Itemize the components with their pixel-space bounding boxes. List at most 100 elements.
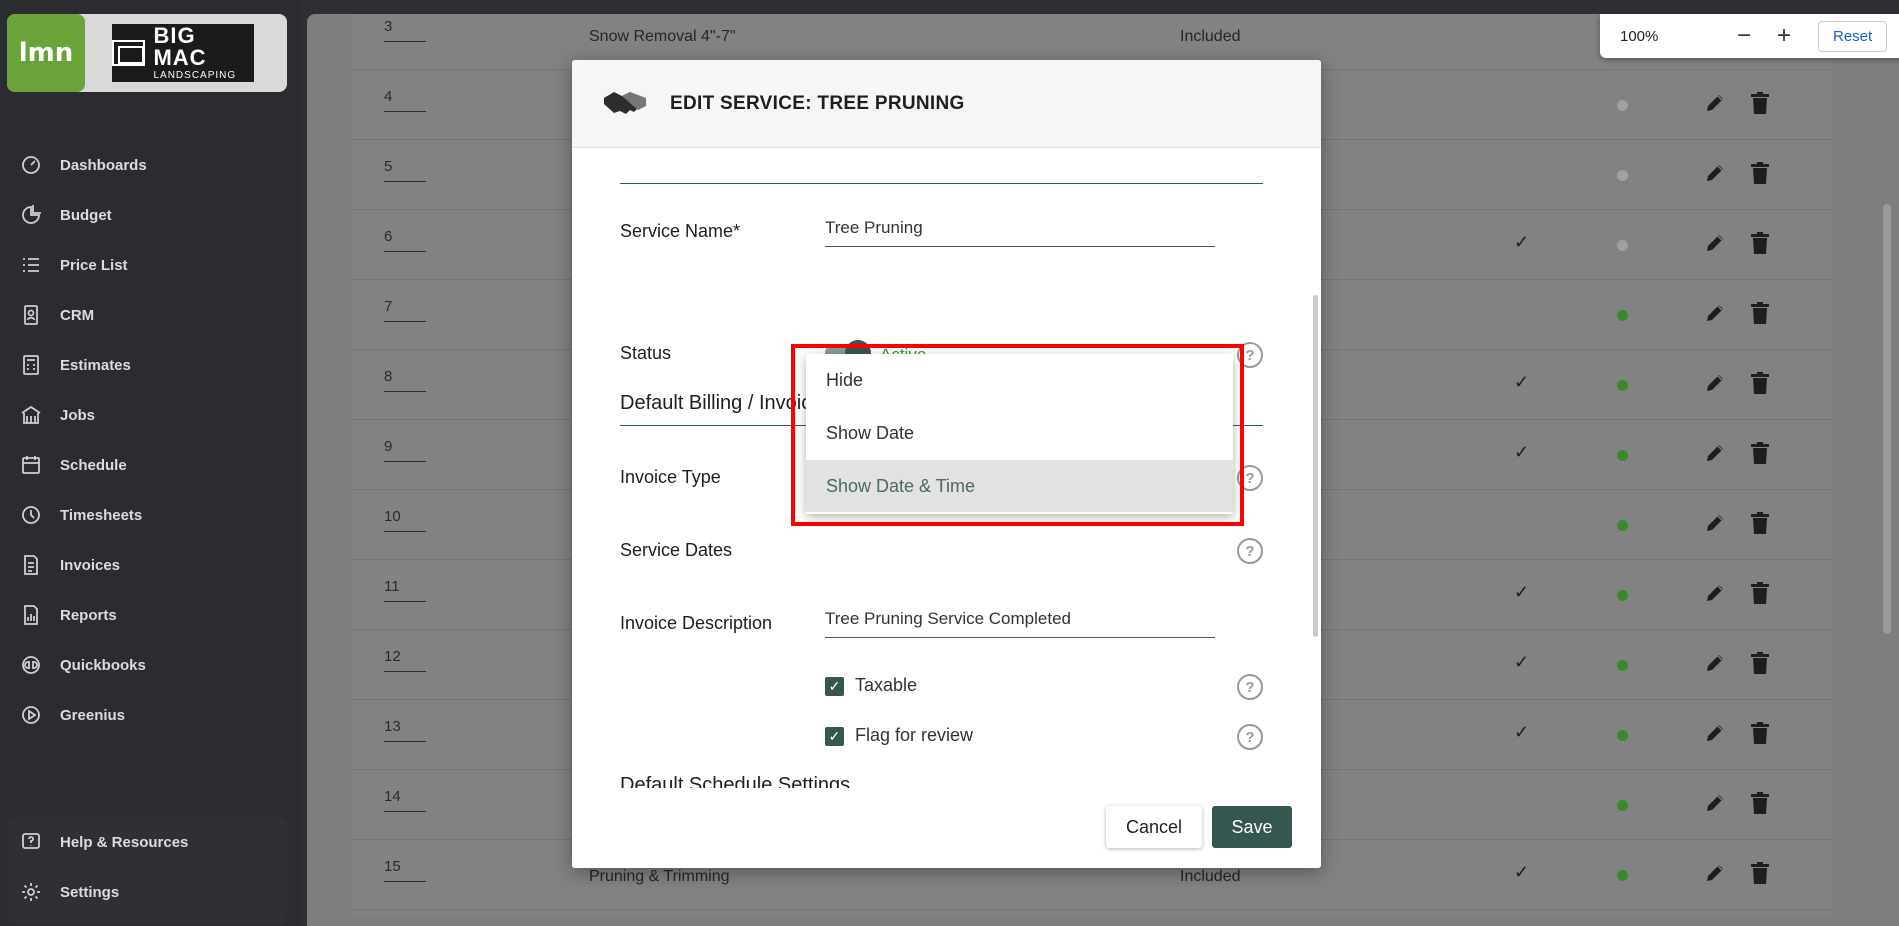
sidebar-item-estimates[interactable]: Estimates: [0, 340, 300, 390]
page-scrollbar[interactable]: [1883, 204, 1891, 634]
row-number[interactable]: 7: [384, 298, 426, 322]
play-icon: [20, 704, 42, 726]
row-number[interactable]: 15: [384, 858, 426, 882]
service-dates-help-icon[interactable]: ?: [1237, 538, 1263, 564]
delete-trash-icon[interactable]: [1750, 582, 1770, 609]
row-number[interactable]: 11: [384, 578, 426, 602]
delete-trash-icon[interactable]: [1750, 232, 1770, 259]
sidebar-item-price-list[interactable]: Price List: [0, 240, 300, 290]
row-check-icon: ✓: [1514, 232, 1530, 252]
help-icon: [20, 831, 42, 853]
row-number[interactable]: 8: [384, 368, 426, 392]
delete-trash-icon[interactable]: [1750, 162, 1770, 189]
zoom-reset-button[interactable]: Reset: [1818, 20, 1888, 52]
delete-trash-icon[interactable]: [1750, 372, 1770, 399]
cancel-button[interactable]: Cancel: [1106, 806, 1202, 848]
zoom-in-button[interactable]: +: [1764, 22, 1804, 50]
row-number[interactable]: 13: [384, 718, 426, 742]
row-number[interactable]: 10: [384, 508, 426, 532]
logo-area: lmn BIG MAC LANDSCAPING: [7, 14, 287, 92]
taxable-help-icon[interactable]: ?: [1237, 674, 1263, 700]
delete-trash-icon[interactable]: [1750, 792, 1770, 819]
edit-pencil-icon[interactable]: [1704, 302, 1726, 329]
delete-trash-icon[interactable]: [1750, 442, 1770, 469]
sidebar-item-dashboards[interactable]: Dashboards: [0, 140, 300, 190]
sidebar-item-crm[interactable]: CRM: [0, 290, 300, 340]
invoice-description-label: Invoice Description: [620, 613, 773, 633]
edit-pencil-icon[interactable]: [1704, 722, 1726, 749]
row-status-dot: [1617, 100, 1628, 111]
row-number[interactable]: 5: [384, 158, 426, 182]
row-number[interactable]: 14: [384, 788, 426, 812]
sidebar-item-budget[interactable]: Budget: [0, 190, 300, 240]
sidebar-item-label: Quickbooks: [60, 656, 146, 674]
edit-pencil-icon[interactable]: [1704, 582, 1726, 609]
flag-review-help-icon[interactable]: ?: [1237, 724, 1263, 750]
service-name-label: Service Name*: [620, 221, 741, 241]
edit-pencil-icon[interactable]: [1704, 512, 1726, 539]
sidebar-item-label: Settings: [60, 883, 120, 901]
sidebar-item-invoices[interactable]: Invoices: [0, 540, 300, 590]
sidebar-item-jobs[interactable]: Jobs: [0, 390, 300, 440]
edit-pencil-icon[interactable]: [1704, 232, 1726, 259]
sidebar: lmn BIG MAC LANDSCAPING Dashboards Budge…: [0, 0, 300, 926]
taxable-checkbox[interactable]: ✓: [825, 677, 844, 696]
row-number[interactable]: 4: [384, 88, 426, 112]
gear-icon: [20, 881, 42, 903]
delete-trash-icon[interactable]: [1750, 512, 1770, 539]
delete-trash-icon[interactable]: [1750, 92, 1770, 119]
edit-pencil-icon[interactable]: [1704, 372, 1726, 399]
sidebar-item-timesheets[interactable]: Timesheets: [0, 490, 300, 540]
row-number[interactable]: 6: [384, 228, 426, 252]
delete-trash-icon[interactable]: [1750, 302, 1770, 329]
row-service-name: Pruning & Trimming: [589, 868, 730, 885]
row-status-dot: [1617, 660, 1628, 671]
flag-review-label: Flag for review: [855, 725, 974, 745]
row-number[interactable]: 9: [384, 438, 426, 462]
quickbooks-icon: [20, 654, 42, 676]
sidebar-item-quickbooks[interactable]: Quickbooks: [0, 640, 300, 690]
sidebar-nav: Dashboards Budget Price List CRM Estimat…: [0, 140, 300, 740]
modal-scrollbar[interactable]: [1313, 295, 1318, 637]
lmn-logo[interactable]: lmn: [7, 14, 85, 92]
taxable-label: Taxable: [855, 675, 918, 695]
clock-icon: [20, 504, 42, 526]
sidebar-item-label: Estimates: [60, 356, 131, 374]
save-button[interactable]: Save: [1212, 806, 1292, 848]
row-status-dot: [1617, 310, 1628, 321]
row-check-icon: ✓: [1514, 582, 1530, 602]
sidebar-item-settings[interactable]: Settings: [7, 867, 287, 917]
modal-header: EDIT SERVICE: TREE PRUNING: [572, 60, 1321, 148]
row-status-dot: [1617, 450, 1628, 461]
edit-pencil-icon[interactable]: [1704, 652, 1726, 679]
delete-trash-icon[interactable]: [1750, 722, 1770, 749]
sidebar-item-reports[interactable]: Reports: [0, 590, 300, 640]
row-number[interactable]: 12: [384, 648, 426, 672]
sidebar-item-help[interactable]: Help & Resources: [7, 817, 287, 867]
status-label: Status: [620, 343, 672, 363]
delete-trash-icon[interactable]: [1750, 862, 1770, 889]
row-status-dot: [1617, 240, 1628, 251]
edit-pencil-icon[interactable]: [1704, 862, 1726, 889]
sidebar-item-schedule[interactable]: Schedule: [0, 440, 300, 490]
sidebar-item-greenius[interactable]: Greenius: [0, 690, 300, 740]
row-status-dot: [1617, 800, 1628, 811]
invoice-description-input[interactable]: Tree Pruning Service Completed: [825, 609, 1215, 638]
zoom-out-button[interactable]: −: [1724, 22, 1764, 50]
delete-trash-icon[interactable]: [1750, 652, 1770, 679]
modal-title: EDIT SERVICE: TREE PRUNING: [670, 92, 965, 114]
edit-pencil-icon[interactable]: [1704, 92, 1726, 119]
row-status-dot: [1617, 730, 1628, 741]
edit-pencil-icon[interactable]: [1704, 162, 1726, 189]
service-name-input[interactable]: Tree Pruning: [825, 218, 1215, 247]
edit-pencil-icon[interactable]: [1704, 792, 1726, 819]
report-icon: [20, 604, 42, 626]
modal-footer: Cancel Save: [572, 788, 1321, 868]
row-check-icon: ✓: [1514, 372, 1530, 392]
row-number[interactable]: 3: [384, 18, 426, 42]
flag-review-checkbox[interactable]: ✓: [825, 727, 844, 746]
edit-pencil-icon[interactable]: [1704, 442, 1726, 469]
row-check-icon: ✓: [1514, 442, 1530, 462]
sidebar-item-label: Jobs: [60, 406, 96, 424]
sidebar-footer: Help & Resources Settings: [7, 817, 287, 925]
